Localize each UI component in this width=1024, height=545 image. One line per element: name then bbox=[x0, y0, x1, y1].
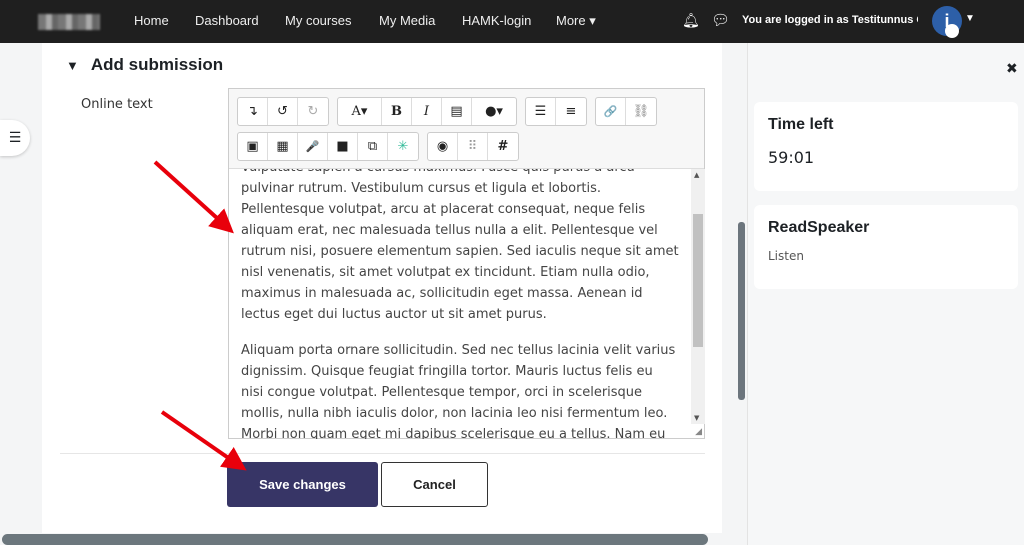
close-icon[interactable]: ✖ bbox=[1006, 61, 1018, 77]
navbar: Home Dashboard My courses My Media HAMK-… bbox=[0, 0, 1024, 43]
chat-icon[interactable]: 💬︎ bbox=[711, 11, 730, 29]
scroll-down-icon[interactable]: ▼ bbox=[694, 414, 699, 422]
avatar-status-dot bbox=[945, 24, 959, 38]
italic-icon[interactable]: I bbox=[412, 98, 442, 125]
redo-icon[interactable]: ↻ bbox=[298, 98, 328, 125]
image-icon[interactable]: ▣ bbox=[238, 133, 268, 160]
editor-paragraph: Aliquam porta ornare sollicitudin. Sed n… bbox=[241, 343, 676, 439]
site-logo[interactable] bbox=[38, 14, 100, 30]
toolbar-group-links: 🔗 ⛓ bbox=[595, 97, 657, 126]
nav-hamk-login[interactable]: HAMK-login bbox=[462, 13, 531, 28]
nav-dashboard[interactable]: Dashboard bbox=[195, 13, 259, 28]
bullet-list-icon[interactable]: ☰ bbox=[526, 98, 556, 125]
readspeaker-block: ReadSpeaker Listen bbox=[754, 205, 1018, 289]
chevron-down-icon[interactable]: ▼ bbox=[965, 13, 975, 24]
nav-more[interactable]: More ▾ bbox=[556, 13, 596, 29]
editor-scrollbar-thumb[interactable] bbox=[693, 214, 703, 347]
video-icon[interactable]: ■ bbox=[328, 133, 358, 160]
media-file-icon[interactable]: ▦ bbox=[268, 133, 298, 160]
section-title: Add submission bbox=[90, 55, 224, 74]
editor-paragraph: Vulputate sapien a cursus maximus. Fusce… bbox=[241, 169, 679, 322]
chevron-down-icon: ▼ bbox=[66, 58, 79, 73]
numbered-list-icon[interactable]: ≡ bbox=[556, 98, 586, 125]
page-scrollbar[interactable] bbox=[738, 222, 745, 400]
listen-link[interactable]: Listen bbox=[768, 249, 1004, 263]
online-text-editor: ↴ ↺ ↻ A▾ B I ▤ ●▾ ☰ ≡ 🔗 ⛓ ▣ ▦ 🎤 ■ ⧉ ✳ ◉ bbox=[228, 88, 705, 439]
nav-my-courses[interactable]: My courses bbox=[285, 13, 351, 28]
toolbar-toggle-icon[interactable]: ↴ bbox=[238, 98, 268, 125]
unlink-icon[interactable]: ⛓ bbox=[626, 98, 656, 125]
online-text-label: Online text bbox=[81, 97, 153, 112]
section-header[interactable]: ▼ Add submission bbox=[66, 55, 223, 75]
horizontal-scrollbar[interactable] bbox=[2, 534, 708, 545]
bell-icon[interactable]: 🔔︎ bbox=[682, 12, 700, 29]
divider bbox=[60, 453, 705, 454]
link-icon[interactable]: 🔗 bbox=[596, 98, 626, 125]
font-style-icon[interactable]: A▾ bbox=[338, 98, 382, 125]
editor-scrollbar[interactable]: ▲ ▼ bbox=[691, 169, 705, 424]
cancel-button[interactable]: Cancel bbox=[381, 462, 488, 507]
time-left-value: 59:01 bbox=[768, 148, 815, 167]
accessibility-checker-icon[interactable]: ◉ bbox=[428, 133, 458, 160]
save-changes-button[interactable]: Save changes bbox=[227, 462, 378, 507]
undo-icon[interactable]: ↺ bbox=[268, 98, 298, 125]
toolbar-group-accessibility: ◉ ⠿ # bbox=[427, 132, 519, 161]
right-drawer: ✖ Time left 59:01 ReadSpeaker Listen bbox=[747, 43, 1024, 545]
time-left-block: Time left 59:01 bbox=[754, 102, 1018, 191]
logged-in-text: You are logged in as Testitunnus Op bbox=[742, 14, 918, 26]
editor-text-area[interactable]: Vulputate sapien a cursus maximus. Fusce… bbox=[229, 169, 691, 439]
time-left-title: Time left bbox=[768, 116, 834, 133]
screenreader-helper-icon[interactable]: ⠿ bbox=[458, 133, 488, 160]
html-format-icon[interactable]: ▤ bbox=[442, 98, 472, 125]
bold-icon[interactable]: B bbox=[382, 98, 412, 125]
editor-toolbar: ↴ ↺ ↻ A▾ B I ▤ ●▾ ☰ ≡ 🔗 ⛓ ▣ ▦ 🎤 ■ ⧉ ✳ ◉ bbox=[229, 89, 704, 169]
toolbar-group-format: A▾ B I ▤ ●▾ bbox=[337, 97, 517, 126]
hashtag-icon[interactable]: # bbox=[488, 133, 518, 160]
nav-home[interactable]: Home bbox=[134, 13, 169, 28]
toolbar-group-media: ▣ ▦ 🎤 ■ ⧉ ✳ bbox=[237, 132, 419, 161]
list-icon: ☰ bbox=[8, 130, 22, 146]
toolbar-group-history: ↴ ↺ ↻ bbox=[237, 97, 329, 126]
readspeaker-title: ReadSpeaker bbox=[768, 219, 870, 236]
microphone-icon[interactable]: 🎤 bbox=[298, 133, 328, 160]
h5p-icon[interactable]: ✳ bbox=[388, 133, 418, 160]
toolbar-group-lists: ☰ ≡ bbox=[525, 97, 587, 126]
nav-my-media[interactable]: My Media bbox=[379, 13, 435, 28]
text-color-icon[interactable]: ●▾ bbox=[472, 98, 516, 125]
manage-files-icon[interactable]: ⧉ bbox=[358, 133, 388, 160]
course-index-toggle[interactable]: ☰ bbox=[0, 120, 30, 156]
scroll-up-icon[interactable]: ▲ bbox=[694, 171, 699, 179]
resize-handle-icon[interactable]: ◢ bbox=[695, 427, 702, 437]
